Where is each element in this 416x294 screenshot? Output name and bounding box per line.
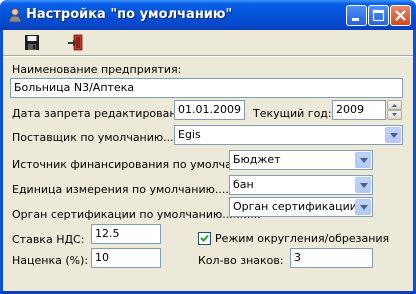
rounding-label[interactable]: Режим округления/обрезания <box>215 232 389 245</box>
supplier-label: Поставщик по умолчанию......... <box>12 131 195 144</box>
edit-ban-label: Дата запрета редактирования <box>12 107 191 120</box>
chevron-down-icon <box>360 205 368 210</box>
current-year-label: Текущий год: <box>253 107 332 120</box>
title-bar[interactable]: Настройка "по умолчанию" <box>0 0 416 30</box>
minimize-icon <box>352 18 359 21</box>
rounding-checkbox[interactable] <box>198 232 211 245</box>
arrow-down-icon <box>392 113 397 116</box>
certification-dropdown-button[interactable] <box>355 199 371 215</box>
certification-value: Орган сертификации <box>233 200 357 213</box>
funding-value: Бюджет <box>233 153 281 166</box>
minimize-button[interactable] <box>346 5 367 26</box>
arrow-up-icon <box>392 104 397 107</box>
window-title: Настройка "по умолчанию" <box>26 7 233 22</box>
vat-label: Ставка НДС: <box>12 233 85 246</box>
markup-input[interactable]: 10 <box>91 248 161 268</box>
funding-label: Источник финансирования по умолчанию <box>12 158 256 171</box>
vat-input[interactable]: 12.5 <box>91 224 161 244</box>
close-icon <box>395 10 406 21</box>
maximize-button[interactable] <box>368 5 389 26</box>
unit-label: Единица измерения по умолчанию..........… <box>12 183 257 196</box>
floppy-disk-icon <box>25 35 39 50</box>
funding-select[interactable]: Бюджет <box>229 150 373 170</box>
edit-ban-date-input[interactable]: 01.01.2009 <box>174 100 245 120</box>
spin-down-button[interactable] <box>387 110 402 120</box>
enterprise-input[interactable]: Больница N3/Аптека <box>10 78 403 98</box>
supplier-select[interactable]: Egis <box>174 125 403 145</box>
unit-select[interactable]: бан <box>229 175 373 195</box>
supplier-value: Egis <box>178 128 201 141</box>
checkmark-icon <box>200 234 209 242</box>
close-button[interactable] <box>390 5 411 26</box>
enterprise-label: Наименование предприятия: <box>12 63 182 76</box>
current-year-spinner[interactable] <box>387 100 402 120</box>
chevron-down-icon <box>390 133 398 138</box>
markup-label: Наценка (%): <box>12 254 89 267</box>
maximize-icon <box>372 9 385 22</box>
save-button[interactable] <box>21 33 43 53</box>
settings-window: Настройка "по умолчанию" Наименование пр… <box>0 0 416 294</box>
digits-input[interactable]: 3 <box>290 248 373 268</box>
toolbar-separator <box>3 56 413 57</box>
chevron-down-icon <box>360 183 368 188</box>
funding-dropdown-button[interactable] <box>355 152 371 168</box>
unit-value: бан <box>233 178 254 191</box>
certification-select[interactable]: Орган сертификации <box>229 197 373 217</box>
unit-dropdown-button[interactable] <box>355 177 371 193</box>
toolbar <box>3 30 413 56</box>
certification-label: Орган сертификации по умолчанию.........… <box>12 208 261 221</box>
exit-door-icon <box>68 34 83 51</box>
chevron-down-icon <box>360 158 368 163</box>
supplier-dropdown-button[interactable] <box>385 127 401 143</box>
digits-label: Кол-во знаков: <box>198 254 284 267</box>
current-year-input[interactable]: 2009 <box>332 100 386 120</box>
user-icon <box>9 8 21 23</box>
exit-button[interactable] <box>65 33 87 53</box>
spin-up-button[interactable] <box>387 100 402 110</box>
